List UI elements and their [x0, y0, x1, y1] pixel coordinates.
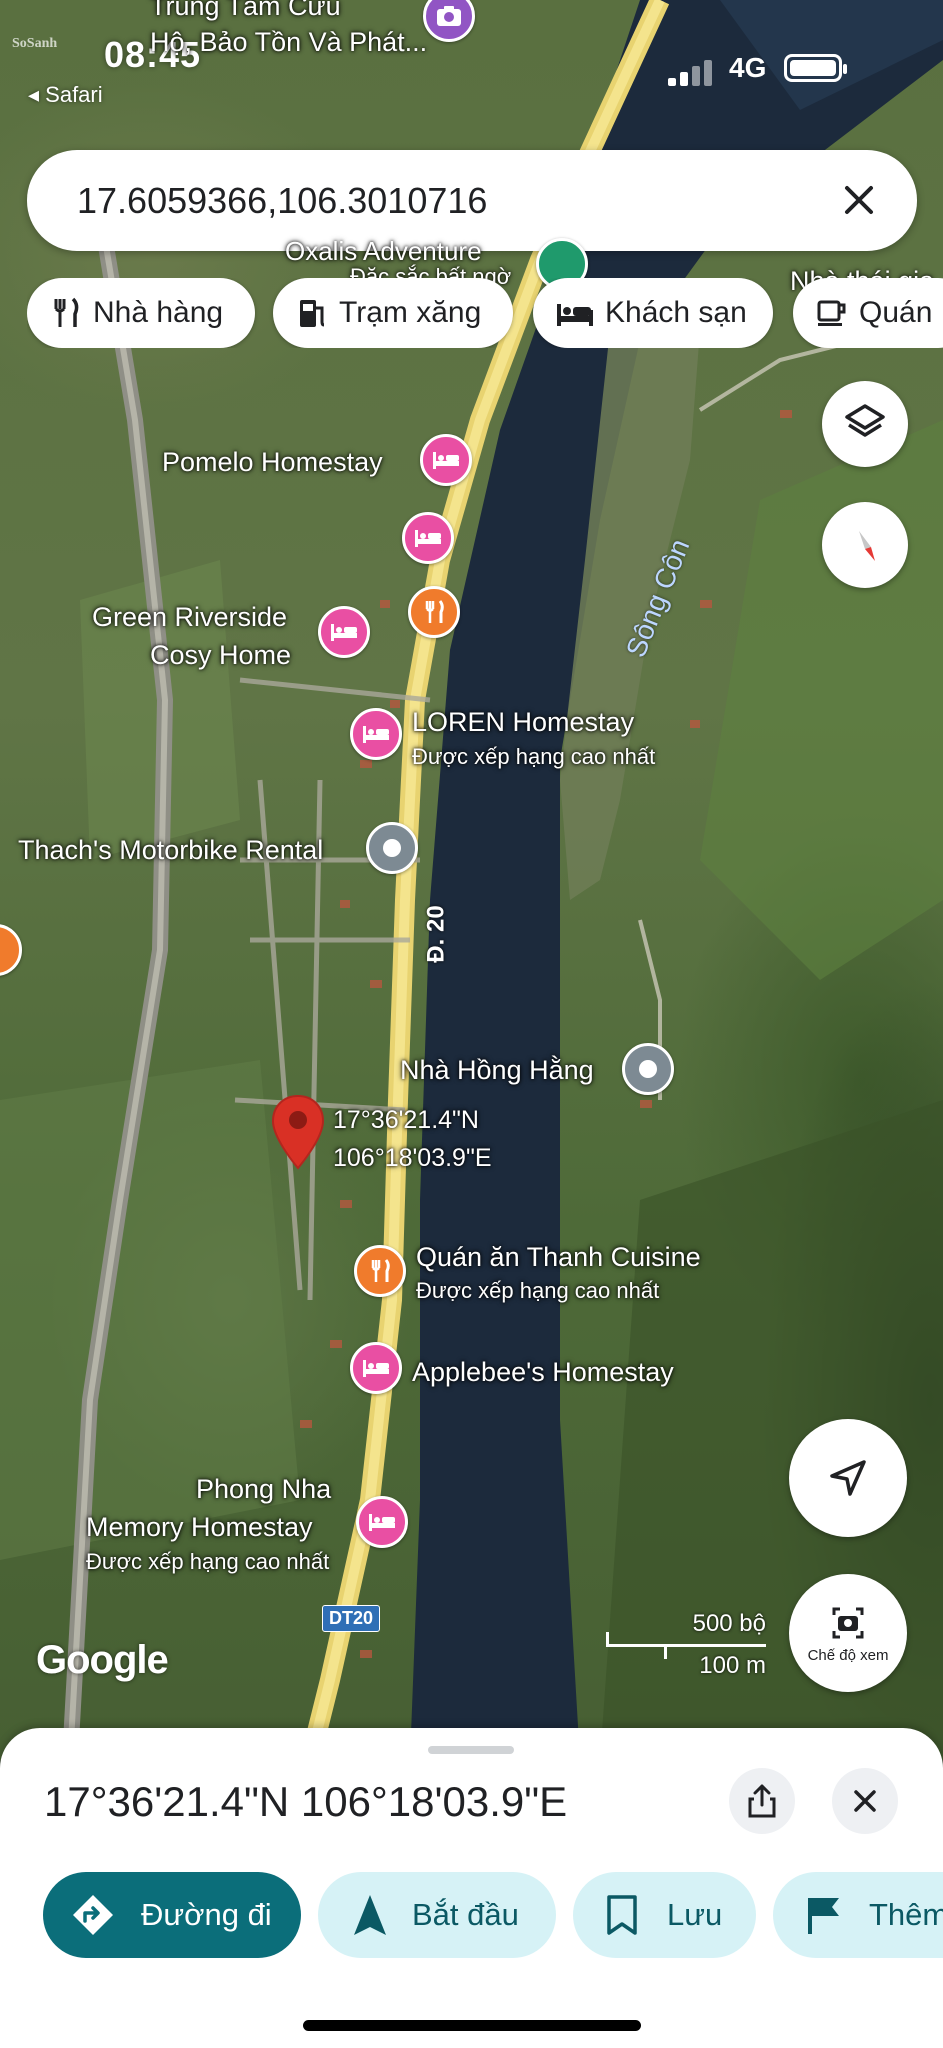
- save-label: Lưu: [667, 1897, 723, 1932]
- bookmark-icon: [607, 1895, 637, 1935]
- directions-icon: [73, 1895, 113, 1935]
- navigation-arrow-icon: [354, 1895, 386, 1935]
- network-type: 4G: [729, 52, 767, 83]
- poi-sub-phong-nha: Được xếp hạng cao nhất: [86, 1549, 330, 1574]
- hotel-pin-icon[interactable]: [402, 512, 454, 564]
- chip-gas-stations[interactable]: Trạm xăng: [273, 278, 513, 348]
- chip-label: Nhà hàng: [93, 296, 224, 329]
- poi-label-thanh-cuisine[interactable]: Quán ăn Thanh Cuisine: [416, 1238, 701, 1276]
- battery-icon: [784, 54, 847, 82]
- cup-icon: [817, 300, 846, 326]
- poi-label-pomelo[interactable]: Pomelo Homestay: [162, 443, 383, 481]
- route-shield-dt20: DT20: [322, 1605, 381, 1632]
- hotel-pin-icon[interactable]: [318, 606, 370, 658]
- chip-label: Trạm xăng: [339, 296, 482, 329]
- poi-sub-loren: Được xếp hạng cao nhất: [412, 744, 656, 769]
- poi-label-cosy-home[interactable]: Cosy Home: [150, 636, 291, 674]
- hotel-pin-icon[interactable]: [420, 434, 472, 486]
- poi-label-loren[interactable]: LOREN Homestay: [412, 703, 634, 741]
- more-button[interactable]: Thêm: [773, 1872, 943, 1958]
- generic-pin-icon[interactable]: [366, 822, 418, 874]
- back-to-safari-link[interactable]: ◂ Safari: [28, 82, 103, 108]
- dropped-pin-lon: 106°18'03.9"E: [333, 1144, 492, 1172]
- scale-bar: [606, 1632, 766, 1647]
- chip-cafes[interactable]: Quán: [793, 278, 943, 348]
- dropped-pin-icon[interactable]: [270, 1094, 326, 1170]
- poi-label-nha-hong-hang[interactable]: Nhà Hồng Hằng: [400, 1051, 594, 1089]
- map-scale: 500 bộ 100 m: [606, 1610, 766, 1680]
- restaurant-pin-icon[interactable]: [408, 586, 460, 638]
- close-sheet-button[interactable]: [832, 1768, 898, 1834]
- close-icon: [854, 1790, 876, 1812]
- google-logo: Google: [36, 1638, 169, 1682]
- more-label: Thêm: [869, 1897, 943, 1932]
- signal-icon: [668, 58, 714, 86]
- hotel-pin-icon[interactable]: [350, 708, 402, 760]
- restaurant-pin-icon[interactable]: [354, 1245, 406, 1297]
- place-bottom-sheet[interactable]: 17°36'21.4"N 106°18'03.9"E Đường đi Bắt …: [0, 1728, 943, 2048]
- scale-tick: [664, 1647, 667, 1659]
- poi-label-green-riverside[interactable]: Green Riverside: [92, 598, 287, 636]
- camera-lens-icon: [832, 1607, 864, 1638]
- scale-metric: 100 m: [699, 1652, 766, 1679]
- poi-label-phong-nha[interactable]: Phong Nha: [196, 1470, 331, 1508]
- search-input[interactable]: 17.6059366,106.3010716: [77, 180, 487, 222]
- gas-station-icon: [300, 300, 325, 327]
- home-indicator: [303, 2020, 641, 2031]
- view-mode-button[interactable]: Chế độ xem: [789, 1574, 907, 1692]
- flag-icon: [808, 1898, 839, 1934]
- fork-knife-icon: [54, 297, 79, 327]
- clear-search-icon[interactable]: [829, 170, 889, 230]
- directions-label: Đường đi: [141, 1897, 272, 1932]
- poi-label-thach-motorbike[interactable]: Thach's Motorbike Rental: [18, 831, 323, 869]
- place-title: 17°36'21.4"N 106°18'03.9"E: [44, 1778, 568, 1825]
- watermark-logo: SoSanh: [12, 36, 58, 51]
- start-label: Bắt đầu: [412, 1897, 519, 1932]
- layers-icon: [845, 404, 885, 437]
- directions-button[interactable]: Đường đi: [43, 1872, 301, 1958]
- poi-label-memory-homestay[interactable]: Memory Homestay: [86, 1508, 313, 1546]
- chip-label: Khách sạn: [605, 296, 747, 329]
- bed-icon: [557, 304, 593, 326]
- map-canvas[interactable]: SoSanh 08:45 ◂ Safari 4G Trung Tâm Cứu H…: [0, 0, 943, 1760]
- chip-hotels[interactable]: Khách sạn: [533, 278, 773, 348]
- layers-button[interactable]: [822, 381, 908, 467]
- poi-label-rescue-center[interactable]: Trung Tâm Cứu Hộ, Bảo Tồn Và Phát...: [150, 0, 427, 60]
- dropped-pin-lat: 17°36'21.4"N: [333, 1106, 479, 1134]
- road-label: Đ. 20: [422, 905, 450, 963]
- scale-imperial: 500 bộ: [692, 1610, 766, 1637]
- start-button[interactable]: Bắt đầu: [318, 1872, 556, 1958]
- navigation-arrow-icon: [830, 1460, 866, 1496]
- share-icon: [748, 1784, 776, 1818]
- hotel-pin-icon[interactable]: [356, 1496, 408, 1548]
- save-button[interactable]: Lưu: [573, 1872, 756, 1958]
- sheet-drag-handle[interactable]: [428, 1746, 514, 1754]
- poi-sub-thanh-cuisine: Được xếp hạng cao nhất: [416, 1278, 660, 1303]
- generic-pin-icon[interactable]: [622, 1043, 674, 1095]
- compass-icon: [859, 531, 875, 561]
- view-mode-label: Chế độ xem: [807, 1646, 889, 1664]
- hotel-pin-icon[interactable]: [350, 1342, 402, 1394]
- poi-label-applebee[interactable]: Applebee's Homestay: [412, 1353, 674, 1391]
- chip-restaurants[interactable]: Nhà hàng: [27, 278, 255, 348]
- my-location-button[interactable]: [789, 1419, 907, 1537]
- category-chips: Nhà hàng Trạm xăng Khách sạn Quán: [27, 278, 943, 348]
- chip-label: Quán: [859, 296, 933, 329]
- share-button[interactable]: [729, 1768, 795, 1834]
- compass-button[interactable]: [822, 502, 908, 588]
